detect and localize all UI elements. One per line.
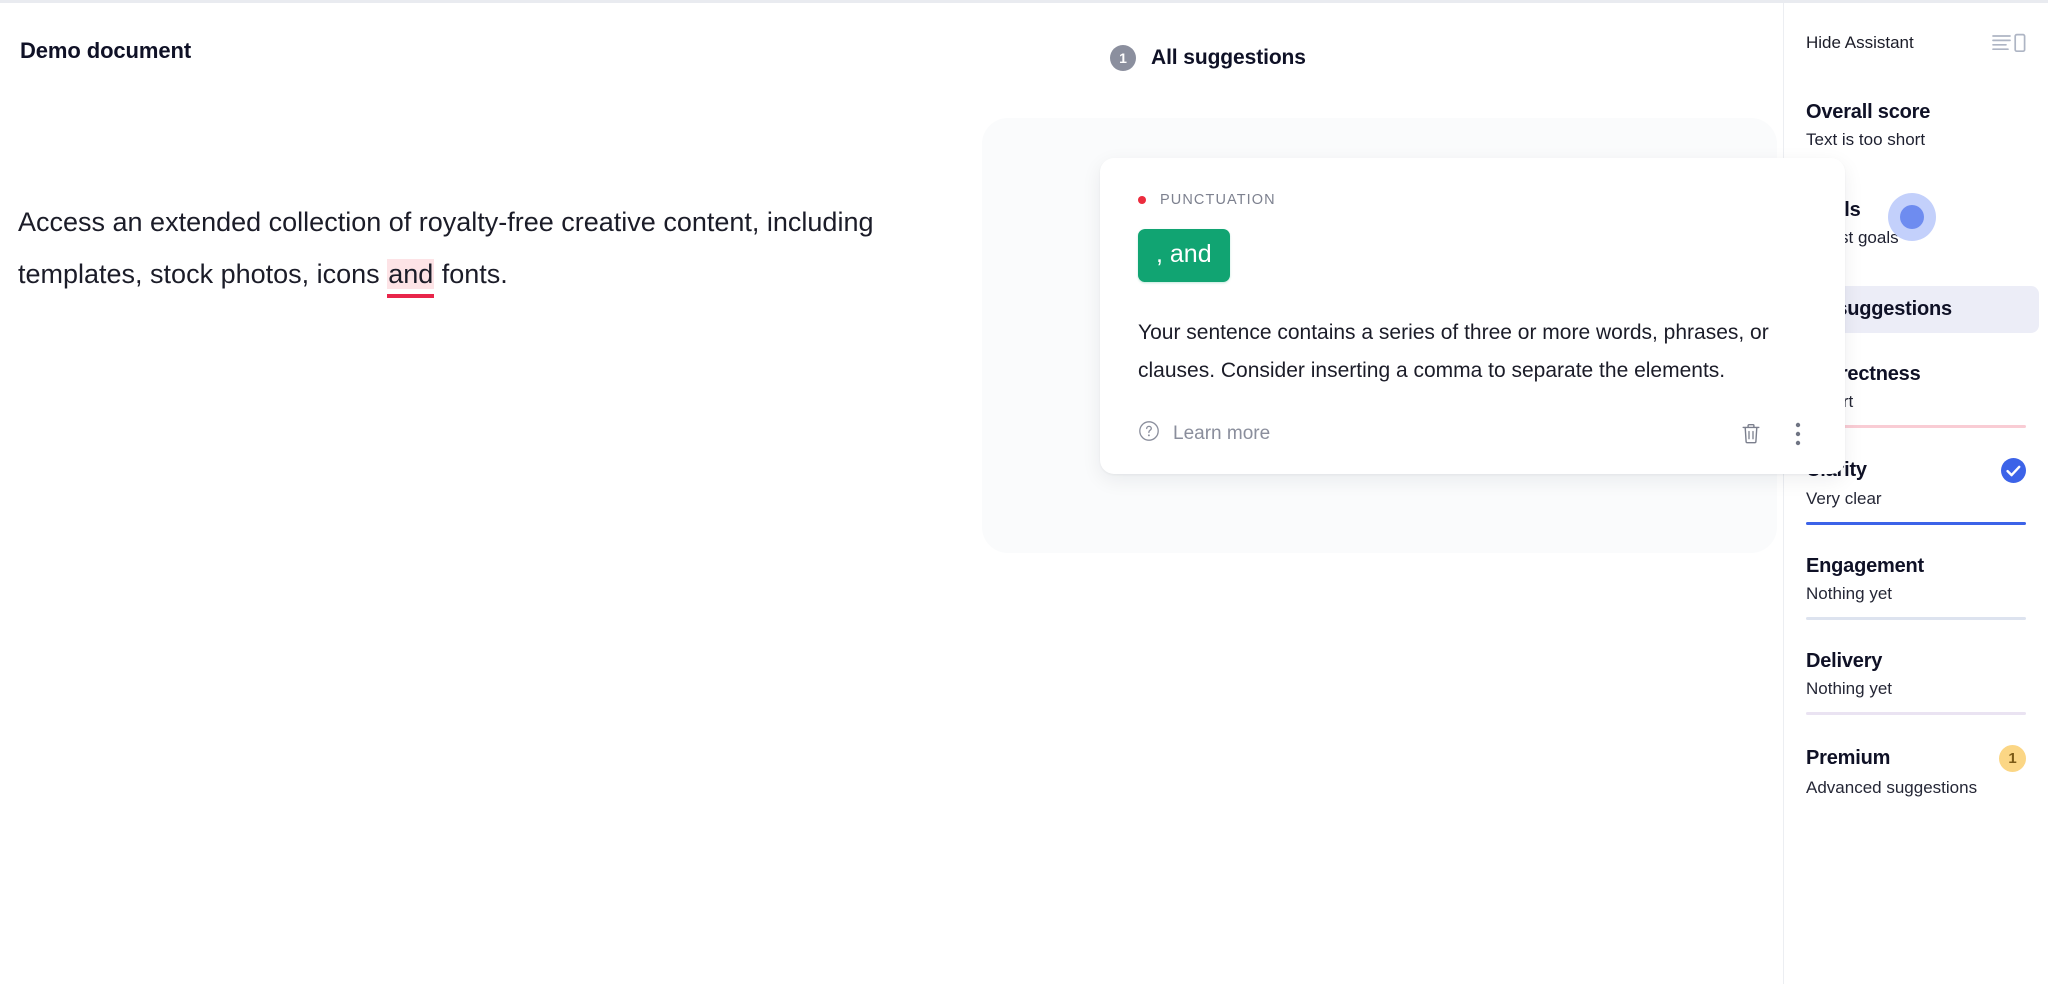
delivery-label: Delivery [1806,650,1883,672]
suggestions-pane: 1 All suggestions PUNCTUATION , and Your… [982,0,1845,984]
overall-score-block[interactable]: Overall score Text is too short [1806,101,2026,150]
premium-head: Premium 1 [1806,745,2026,772]
delivery-status: Nothing yet [1806,679,1892,698]
premium-status: Advanced suggestions [1806,778,1978,797]
question-circle-icon [1138,420,1160,448]
goals-indicator-dot [1900,205,1924,229]
engagement-bar [1806,617,2026,620]
assistant-sidebar: Hide Assistant Overall score Text is too… [1783,0,2048,984]
suggestions-header: 1 All suggestions [1110,45,1306,71]
engagement-head: Engagement [1806,555,2026,578]
suggestions-count-badge: 1 [1110,45,1136,71]
engagement-status: Nothing yet [1806,584,1892,603]
flagged-word-highlight[interactable]: and [387,259,435,289]
sidebar-item-delivery[interactable]: Delivery Nothing yet [1806,650,2026,715]
engagement-label: Engagement [1806,555,1925,577]
sidebar-item-premium[interactable]: Premium 1 Advanced suggestions [1806,745,2026,798]
card-actions [1739,421,1807,447]
toggle-assistant-panel-icon[interactable] [1992,32,2026,54]
more-vertical-icon[interactable] [1795,421,1801,447]
document-text-after: fonts. [434,259,508,289]
sidebar-item-engagement[interactable]: Engagement Nothing yet [1806,555,2026,620]
suggestion-card[interactable]: PUNCTUATION , and Your sentence contains… [1100,158,1845,474]
check-circle-icon [2001,458,2026,483]
suggestion-card-footer: Learn more [1138,420,1807,448]
delivery-bar [1806,712,2026,715]
premium-count-badge: 1 [1999,745,2026,772]
suggestion-description: Your sentence contains a series of three… [1138,321,1769,382]
premium-label: Premium [1806,747,1891,769]
suggestion-category-row: PUNCTUATION [1138,192,1807,208]
top-hairline [0,0,2048,3]
app-root: Demo document Access an extended collect… [0,0,2048,984]
editor-pane: Demo document Access an extended collect… [0,0,1110,984]
document-body[interactable]: Access an extended collection of royalty… [18,196,898,300]
document-title[interactable]: Demo document [20,38,191,64]
overall-score-title: Overall score [1806,101,1931,123]
suggestion-fix-row: , and [1138,229,1807,282]
hide-assistant-row[interactable]: Hide Assistant [1806,0,2026,54]
suggestions-header-title: All suggestions [1151,46,1306,69]
clarity-status: Very clear [1806,489,1882,508]
clarity-bar [1806,522,2026,525]
hide-assistant-label: Hide Assistant [1806,33,1914,52]
learn-more-link[interactable]: Learn more [1138,420,1270,448]
trash-icon[interactable] [1739,421,1763,447]
overall-score-subtitle: Text is too short [1806,130,1926,149]
category-dot-icon [1138,196,1146,204]
apply-suggestion-chip[interactable]: , and [1138,229,1230,282]
learn-more-label: Learn more [1173,423,1271,444]
delivery-head: Delivery [1806,650,2026,673]
suggestion-category-label: PUNCTUATION [1160,192,1276,208]
